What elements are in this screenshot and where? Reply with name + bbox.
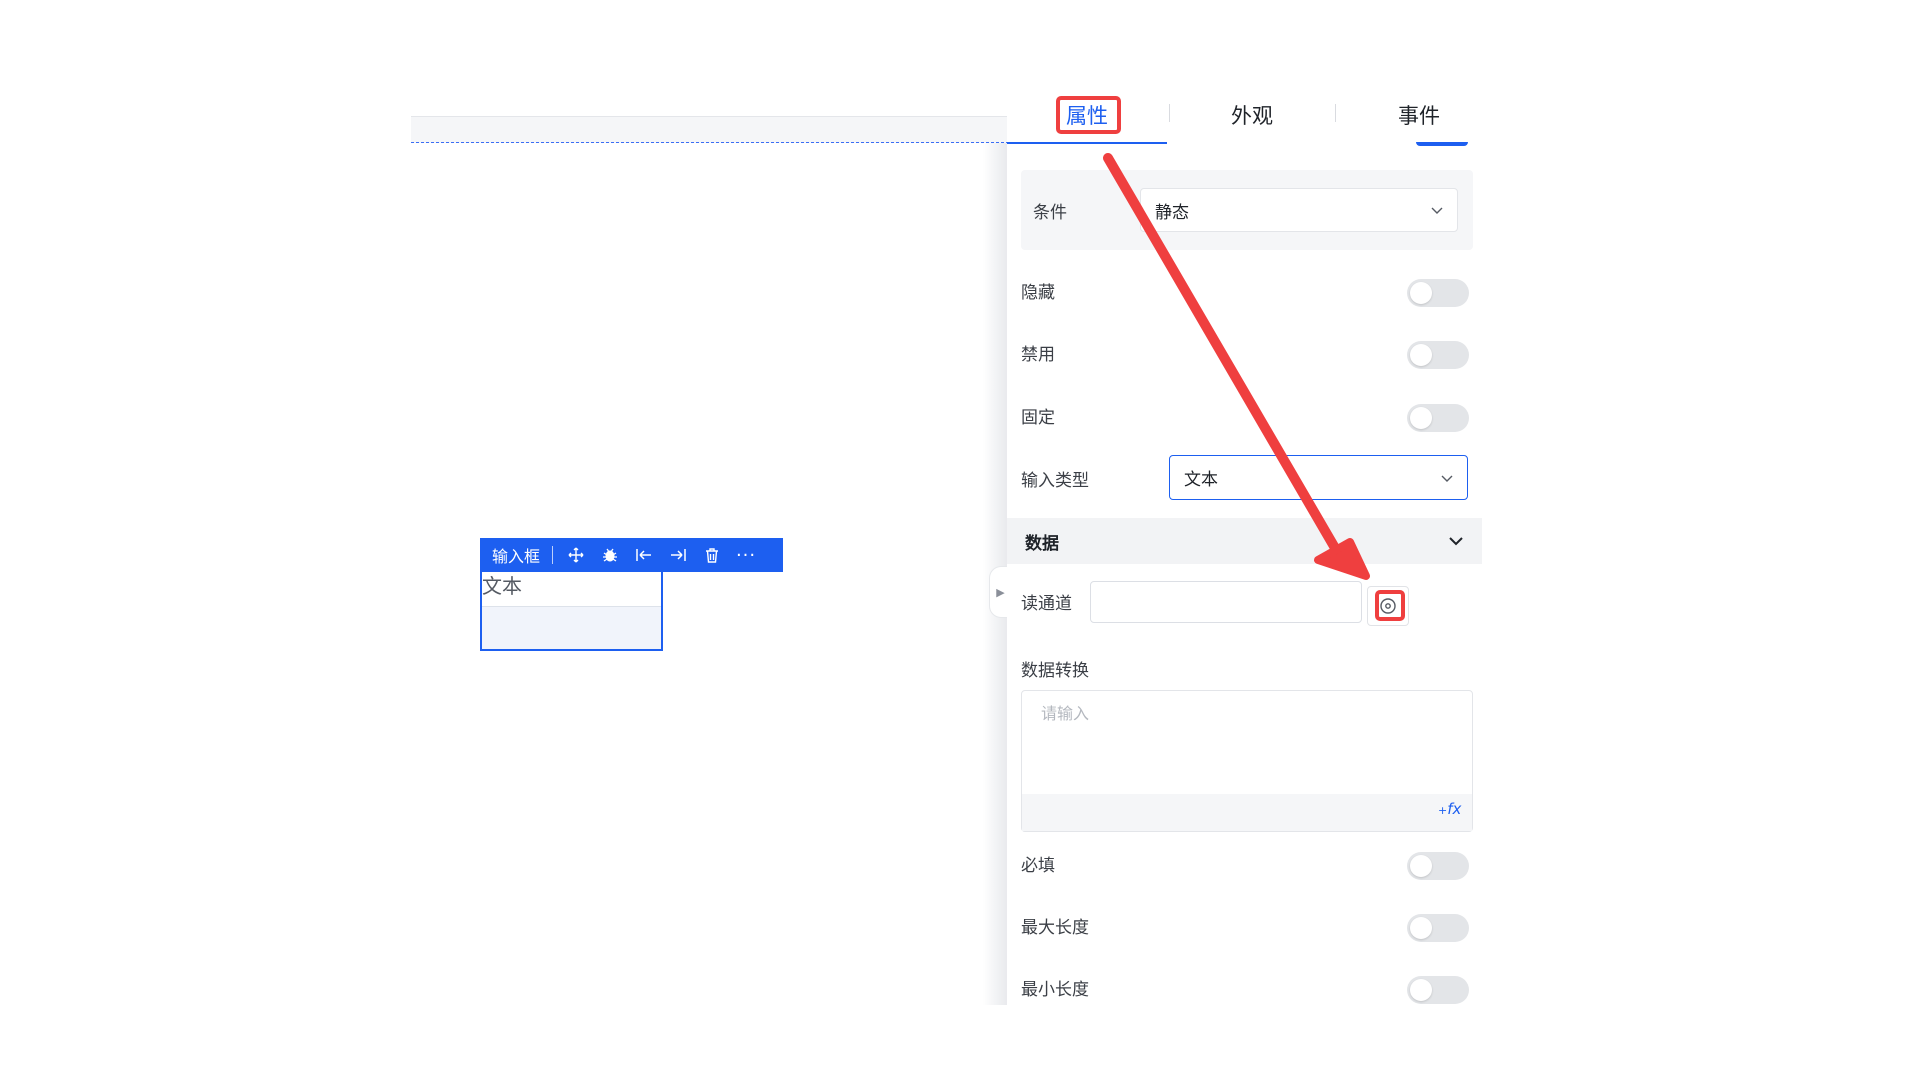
input-type-select[interactable]: 文本 bbox=[1169, 455, 1468, 500]
highlight-box-binding-button bbox=[1375, 590, 1405, 621]
tab-divider bbox=[1335, 104, 1336, 122]
annotation-arrow bbox=[1103, 153, 1370, 580]
min-length-toggle[interactable] bbox=[1407, 976, 1469, 1004]
align-right-icon[interactable] bbox=[669, 546, 687, 564]
tab-divider bbox=[1169, 104, 1170, 122]
fx-label: fx bbox=[1447, 800, 1462, 818]
tab-scroll-indicator bbox=[1416, 142, 1468, 146]
required-label: 必填 bbox=[1021, 856, 1055, 876]
data-transform-label: 数据转换 bbox=[1021, 661, 1089, 681]
required-toggle[interactable] bbox=[1407, 852, 1469, 880]
trash-icon[interactable] bbox=[703, 546, 721, 564]
textarea-footer bbox=[1022, 794, 1472, 831]
tab-appearance[interactable]: 外观 bbox=[1212, 92, 1292, 138]
data-section-title: 数据 bbox=[1025, 533, 1059, 554]
move-icon[interactable] bbox=[567, 546, 585, 564]
canvas-top-strip bbox=[411, 116, 1009, 143]
toolbar-divider bbox=[552, 546, 554, 564]
min-length-label: 最小长度 bbox=[1021, 980, 1089, 1000]
formula-fx-button[interactable]: +fx bbox=[1438, 800, 1461, 818]
condition-value: 静态 bbox=[1155, 202, 1189, 223]
align-left-icon[interactable] bbox=[635, 546, 653, 564]
data-section-header[interactable]: 数据 bbox=[1007, 518, 1482, 564]
bug-icon[interactable] bbox=[601, 546, 619, 564]
fx-plus-sign: + bbox=[1438, 804, 1448, 817]
condition-select[interactable]: 静态 bbox=[1140, 188, 1458, 232]
component-input-preview bbox=[482, 606, 661, 649]
read-channel-input[interactable] bbox=[1090, 581, 1362, 623]
caret-right-icon: ▶ bbox=[996, 585, 1005, 599]
condition-label: 条件 bbox=[1033, 203, 1067, 223]
disabled-label: 禁用 bbox=[1021, 345, 1055, 365]
component-label-text: 文本 bbox=[482, 574, 522, 598]
max-length-toggle[interactable] bbox=[1407, 914, 1469, 942]
chevron-down-icon bbox=[1431, 207, 1443, 214]
chevron-down-icon bbox=[1449, 537, 1463, 546]
input-type-value: 文本 bbox=[1184, 470, 1218, 490]
component-toolbar: 输入框 ··· bbox=[480, 538, 783, 572]
highlight-box-properties-tab bbox=[1056, 96, 1121, 134]
canvas-guide-line bbox=[411, 142, 1009, 143]
active-tab-indicator bbox=[1007, 142, 1167, 144]
component-type-label: 输入框 bbox=[492, 547, 541, 566]
more-icon[interactable]: ··· bbox=[736, 545, 755, 566]
input-type-label: 输入类型 bbox=[1021, 471, 1089, 491]
hidden-toggle[interactable] bbox=[1407, 279, 1469, 307]
chevron-down-icon bbox=[1441, 475, 1453, 482]
fixed-toggle[interactable] bbox=[1407, 404, 1469, 432]
fixed-label: 固定 bbox=[1021, 408, 1055, 428]
disabled-toggle[interactable] bbox=[1407, 341, 1469, 369]
tab-events[interactable]: 事件 bbox=[1379, 92, 1459, 138]
max-length-label: 最大长度 bbox=[1021, 918, 1089, 938]
hidden-label: 隐藏 bbox=[1021, 283, 1055, 303]
read-channel-label: 读通道 bbox=[1021, 594, 1072, 614]
data-transform-placeholder: 请输入 bbox=[1041, 704, 1090, 723]
